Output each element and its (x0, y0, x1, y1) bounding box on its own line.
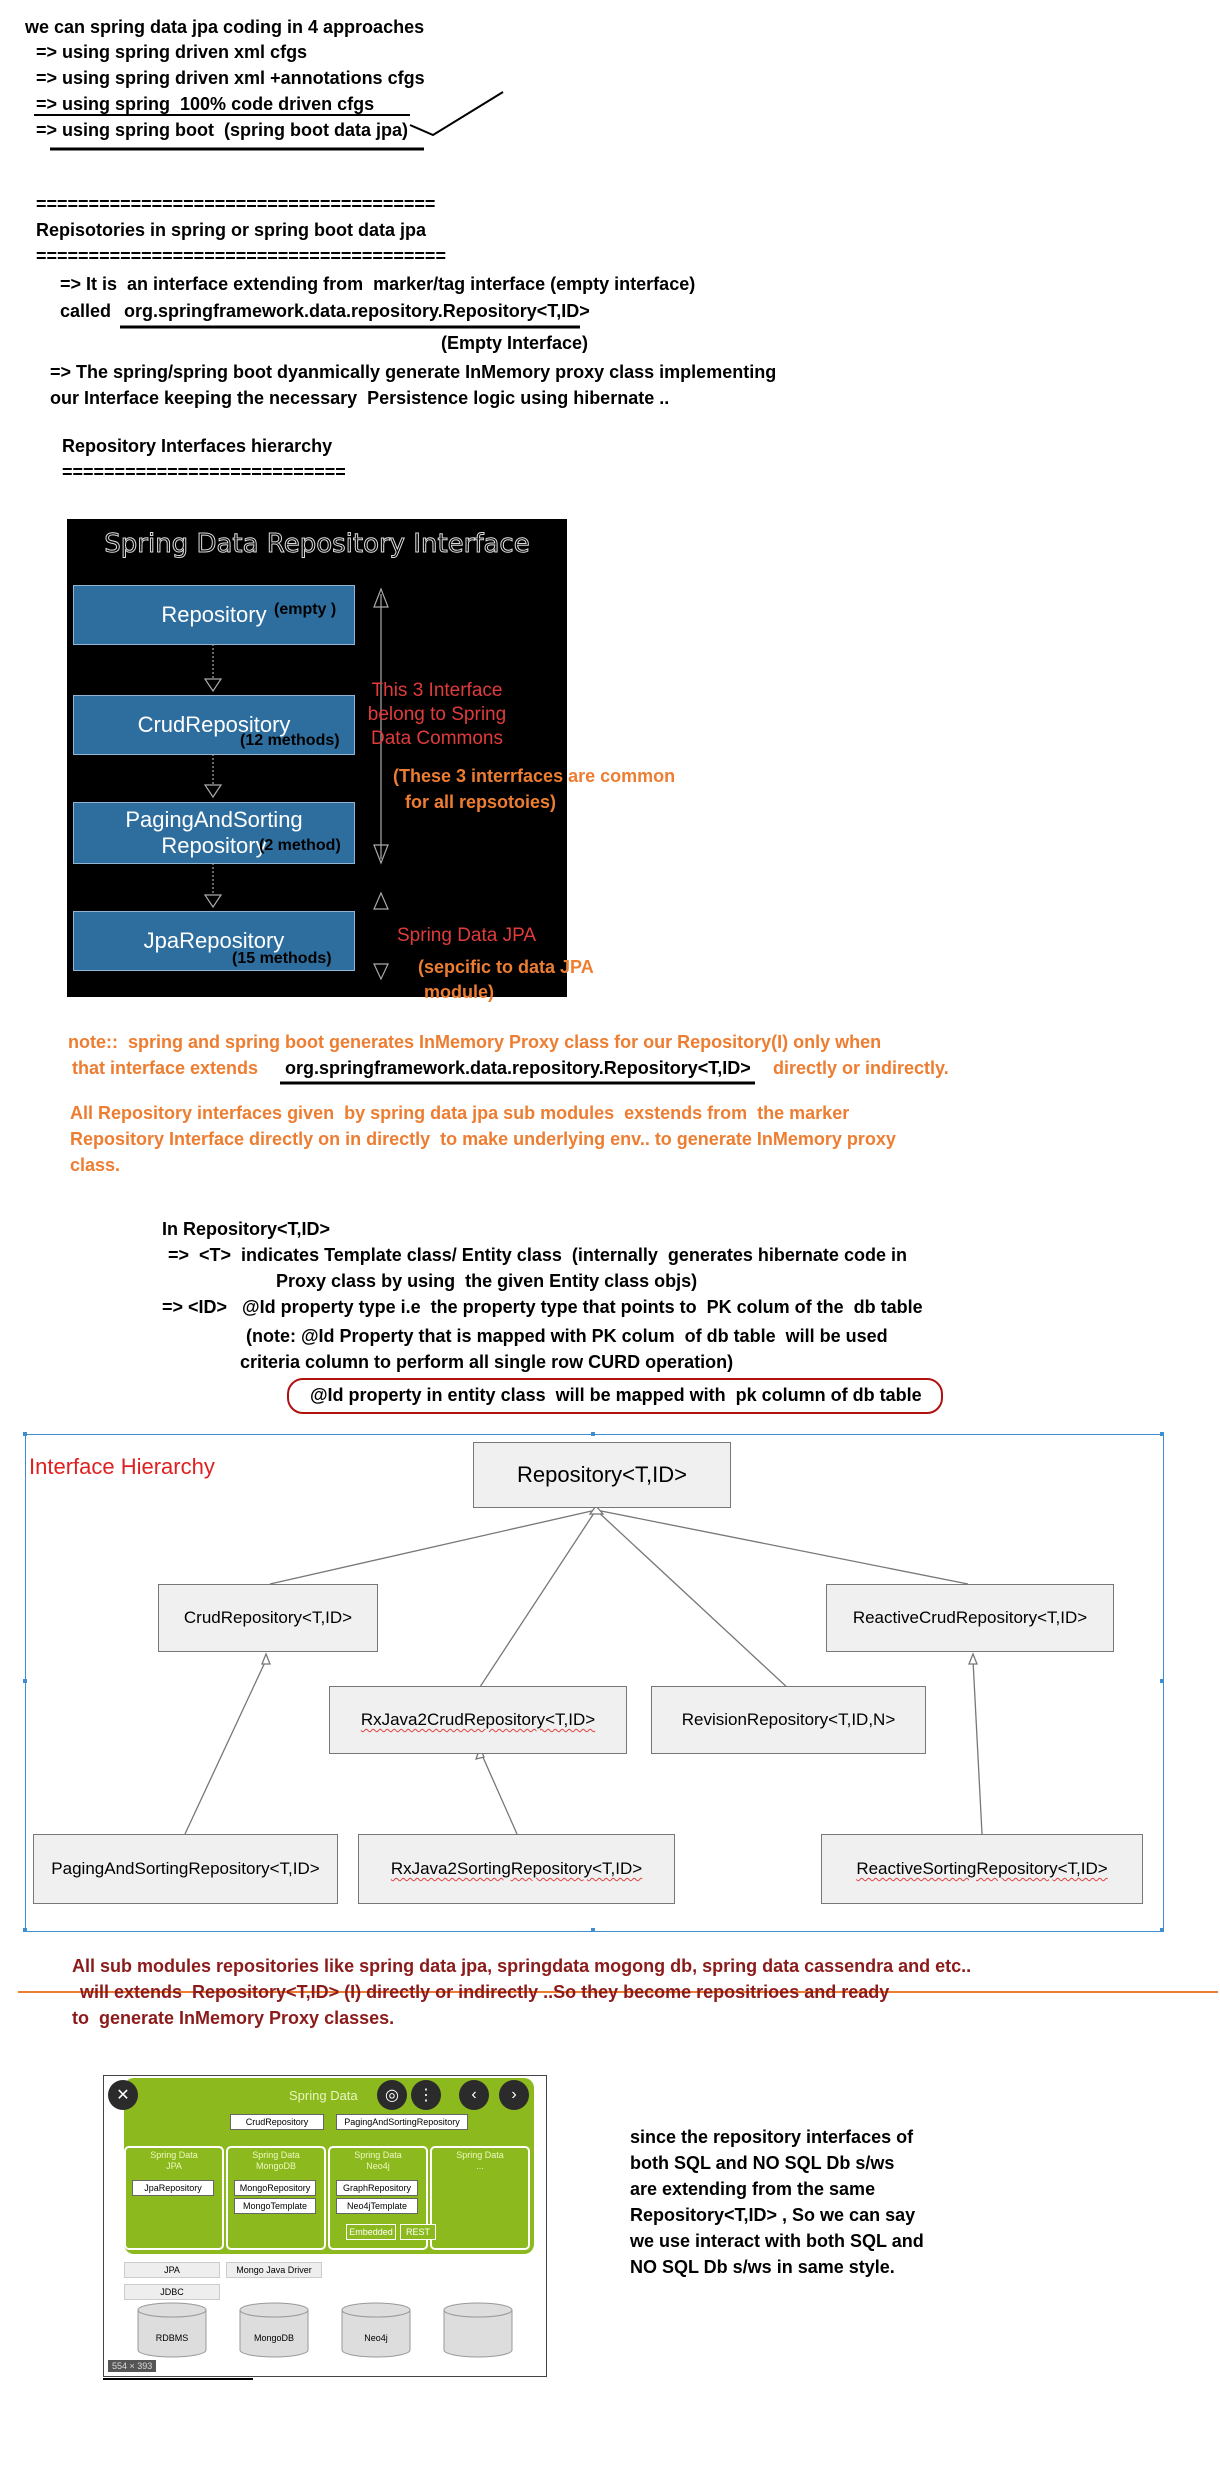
since-block: since the repository interfaces of both … (630, 2124, 924, 2280)
node-rx-crud: RxJava2CrudRepository<T,ID> (329, 1686, 627, 1754)
sd-databases (137, 2302, 513, 2358)
node-repository-label: Repository<T,ID> (517, 1462, 687, 1487)
sd-db-rdbms: RDBMS (155, 2333, 189, 2343)
node-rx-sorting: RxJava2SortingRepository<T,ID> (358, 1834, 675, 1904)
node-paging: PagingAndSortingRepository<T,ID> (33, 1834, 338, 1904)
node-reactive-sorting-label: ReactiveSortingRepository<T,ID> (856, 1859, 1108, 1878)
sd-db-mongodb: MongoDB (253, 2333, 295, 2343)
spring-data-image: Spring Data CrudRepository PagingAndSort… (103, 2075, 547, 2377)
node-reactive-sorting: ReactiveSortingRepository<T,ID> (821, 1834, 1143, 1904)
node-crud-label: CrudRepository<T,ID> (183, 1608, 353, 1627)
node-repository: Repository<T,ID> (473, 1442, 731, 1508)
chevron-right-icon[interactable]: › (499, 2080, 529, 2110)
submodules-2: will extends Repository<T,ID> (I) direct… (80, 1982, 890, 2002)
node-rx-sorting-label: RxJava2SortingRepository<T,ID> (390, 1859, 643, 1878)
node-rx-crud-label: RxJava2CrudRepository<T,ID> (360, 1710, 596, 1729)
since-3: are extending from the same (630, 2179, 876, 2199)
submodules-1: All sub modules repositories like spring… (72, 1956, 972, 1976)
node-revision-label: RevisionRepository<T,ID,N> (681, 1710, 896, 1729)
node-crud: CrudRepository<T,ID> (158, 1584, 378, 1652)
more-options-icon[interactable]: ⋮ (411, 2080, 441, 2110)
since-2: both SQL and NO SQL Db s/ws (630, 2153, 895, 2173)
lens-icon[interactable]: ◎ (377, 2080, 407, 2110)
node-revision: RevisionRepository<T,ID,N> (651, 1686, 926, 1754)
since-1: since the repository interfaces of (630, 2127, 914, 2147)
submodules-3: to generate InMemory Proxy classes. (72, 2008, 395, 2028)
sd-underline (103, 2378, 253, 2380)
since-6: NO SQL Db s/ws in same style. (630, 2257, 895, 2277)
since-4: Repository<T,ID> , So we can say (630, 2205, 916, 2225)
sd-db-neo4j: Neo4j (364, 2333, 388, 2343)
node-reactive-crud-label: ReactiveCrudRepository<T,ID> (852, 1608, 1088, 1627)
sd-size-badge: 554 × 393 (108, 2360, 157, 2372)
since-5: we use interact with both SQL and (630, 2231, 924, 2251)
chevron-left-icon[interactable]: ‹ (459, 2080, 489, 2110)
node-paging-label: PagingAndSortingRepository<T,ID> (51, 1859, 320, 1878)
node-reactive-crud: ReactiveCrudRepository<T,ID> (826, 1584, 1114, 1652)
close-icon[interactable]: ✕ (108, 2080, 138, 2110)
